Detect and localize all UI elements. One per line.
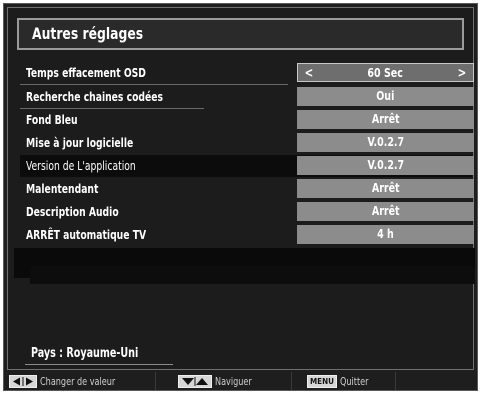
hint-text: Naviguer bbox=[215, 374, 252, 388]
row-label: Mise à jour logicielle bbox=[26, 135, 134, 150]
row-value: V.0.2.7 bbox=[367, 135, 404, 149]
menu-title: Autres réglages bbox=[32, 24, 144, 43]
row-value: Oui bbox=[376, 89, 395, 103]
footer-hint-bar: Changer de valeur Naviguer MENU Quitter bbox=[7, 372, 476, 390]
row-audio-description[interactable]: Description Audio Arrêt bbox=[20, 201, 474, 223]
row-value: Arrêt bbox=[371, 204, 400, 218]
row-value: V.0.2.7 bbox=[367, 158, 404, 172]
row-label: ARRÊT automatique TV bbox=[26, 227, 147, 242]
row-value-box[interactable]: V.0.2.7 bbox=[297, 156, 474, 175]
row-value-box[interactable]: Arrêt bbox=[297, 110, 474, 129]
hint-navigate: Naviguer bbox=[178, 373, 260, 389]
row-auto-tv-off[interactable]: ARRÊT automatique TV 4 h bbox=[20, 224, 474, 246]
row-value: Arrêt bbox=[371, 112, 400, 126]
row-label: Fond Bleu bbox=[26, 112, 78, 127]
hint-text: Quitter bbox=[339, 374, 369, 388]
footer-divider bbox=[155, 372, 156, 390]
row-blue-background[interactable]: Fond Bleu Arrêt bbox=[20, 109, 474, 131]
hint-quit: MENU Quitter bbox=[307, 373, 375, 389]
value-selector[interactable]: < 60 Sec > bbox=[297, 63, 474, 82]
menu-title-box: Autres réglages bbox=[17, 18, 464, 50]
row-software-update[interactable]: Mise à jour logicielle V.0.2.7 bbox=[20, 132, 474, 154]
empty-row-band bbox=[30, 266, 475, 284]
row-scrambled-search[interactable]: Recherche chaines codées Oui bbox=[20, 86, 474, 108]
row-application-version[interactable]: Version de L'application V.0.2.7 bbox=[20, 155, 474, 177]
tv-osd-screen: Autres réglages Temps effacement OSD < 6… bbox=[3, 3, 478, 391]
arrow-right-icon[interactable]: > bbox=[458, 65, 467, 82]
down-up-arrows-icon bbox=[178, 374, 212, 388]
row-value-box[interactable]: Oui bbox=[297, 87, 474, 106]
country-label: Pays : Royaume-Uni bbox=[31, 346, 139, 361]
row-label: Malentendant bbox=[26, 181, 99, 196]
row-hard-of-hearing[interactable]: Malentendant Arrêt bbox=[20, 178, 474, 200]
menu-key-icon: MENU bbox=[307, 374, 337, 388]
row-label: Version de L'application bbox=[26, 158, 136, 173]
footer-divider bbox=[291, 372, 292, 390]
row-label: Recherche chaines codées bbox=[26, 89, 164, 104]
row-value-box[interactable]: V.0.2.7 bbox=[297, 133, 474, 152]
arrow-left-icon[interactable]: < bbox=[305, 65, 314, 82]
hint-text: Changer de valeur bbox=[40, 374, 116, 388]
country-divider bbox=[25, 364, 173, 365]
row-value: Arrêt bbox=[371, 181, 400, 195]
settings-panel: Autres réglages Temps effacement OSD < 6… bbox=[7, 7, 475, 370]
footer-divider bbox=[395, 372, 396, 390]
row-value-box[interactable]: Arrêt bbox=[297, 179, 474, 198]
row-label: Description Audio bbox=[26, 204, 119, 219]
row-label: Temps effacement OSD bbox=[26, 65, 146, 80]
row-value-box[interactable]: Arrêt bbox=[297, 202, 474, 221]
row-value: 4 h bbox=[377, 227, 394, 241]
left-right-arrows-icon bbox=[9, 374, 37, 388]
row-value: 60 Sec bbox=[367, 66, 404, 80]
hint-change-value: Changer de valeur bbox=[9, 373, 132, 389]
row-osd-timeout[interactable]: Temps effacement OSD < 60 Sec > bbox=[20, 62, 474, 84]
row-divider bbox=[20, 84, 288, 85]
row-value-box[interactable]: 4 h bbox=[297, 225, 474, 244]
